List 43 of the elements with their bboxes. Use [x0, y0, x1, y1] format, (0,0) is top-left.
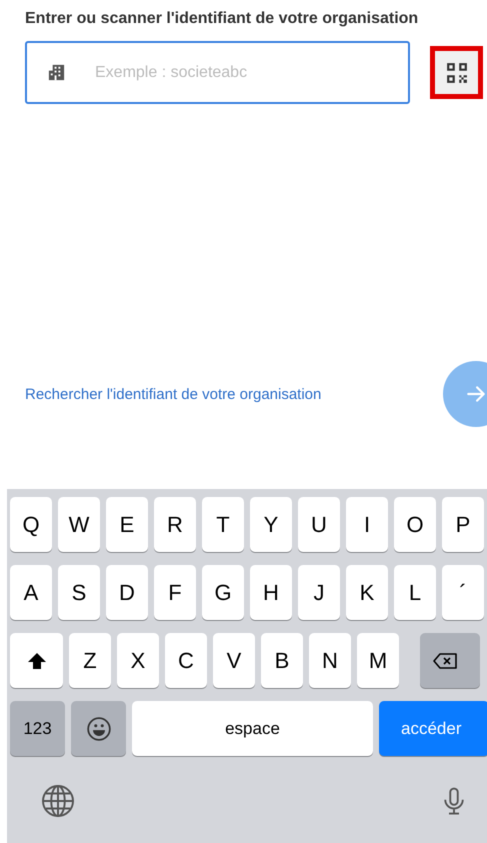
shift-key[interactable]: [10, 633, 63, 688]
key[interactable]: C: [165, 633, 207, 688]
key[interactable]: G: [202, 565, 244, 620]
shift-arrow-icon: [26, 650, 46, 670]
key[interactable]: R: [154, 497, 196, 552]
key[interactable]: Y: [250, 497, 292, 552]
key[interactable]: E: [106, 497, 148, 552]
numbers-key[interactable]: 123: [10, 701, 65, 756]
key[interactable]: T: [202, 497, 244, 552]
key[interactable]: B: [261, 633, 303, 688]
key[interactable]: ´: [442, 565, 484, 620]
building-icon: [47, 63, 66, 82]
key[interactable]: P: [442, 497, 484, 552]
key[interactable]: V: [213, 633, 255, 688]
key[interactable]: J: [298, 565, 340, 620]
key[interactable]: N: [309, 633, 351, 688]
key[interactable]: Q: [10, 497, 52, 552]
go-key[interactable]: accéder: [379, 701, 487, 756]
backspace-icon: [432, 650, 458, 670]
key[interactable]: W: [58, 497, 100, 552]
space-bar[interactable]: espace: [132, 701, 373, 756]
key[interactable]: Z: [69, 633, 111, 688]
key[interactable]: U: [298, 497, 340, 552]
search-organization-link[interactable]: Rechercher l'identifiant de votre organisation: [25, 386, 322, 402]
key[interactable]: A: [10, 565, 52, 620]
key[interactable]: K: [346, 565, 388, 620]
key[interactable]: D: [106, 565, 148, 620]
emoji-key[interactable]: [71, 701, 126, 756]
key[interactable]: S: [58, 565, 100, 620]
prompt-label: Entrer ou scanner l'identifiant de votre organisation: [25, 10, 420, 28]
delete-key[interactable]: [420, 633, 480, 688]
smiley-icon: [86, 716, 112, 742]
globe-icon[interactable]: [40, 783, 76, 819]
organization-field[interactable]: Exemple : societeabc: [25, 41, 410, 104]
key[interactable]: L: [394, 565, 436, 620]
qr-code-icon: [446, 62, 468, 84]
key[interactable]: O: [394, 497, 436, 552]
key[interactable]: F: [154, 565, 196, 620]
key[interactable]: M: [357, 633, 399, 688]
qr-scan-button[interactable]: [430, 46, 483, 99]
key[interactable]: X: [117, 633, 159, 688]
key[interactable]: I: [346, 497, 388, 552]
key[interactable]: H: [250, 565, 292, 620]
